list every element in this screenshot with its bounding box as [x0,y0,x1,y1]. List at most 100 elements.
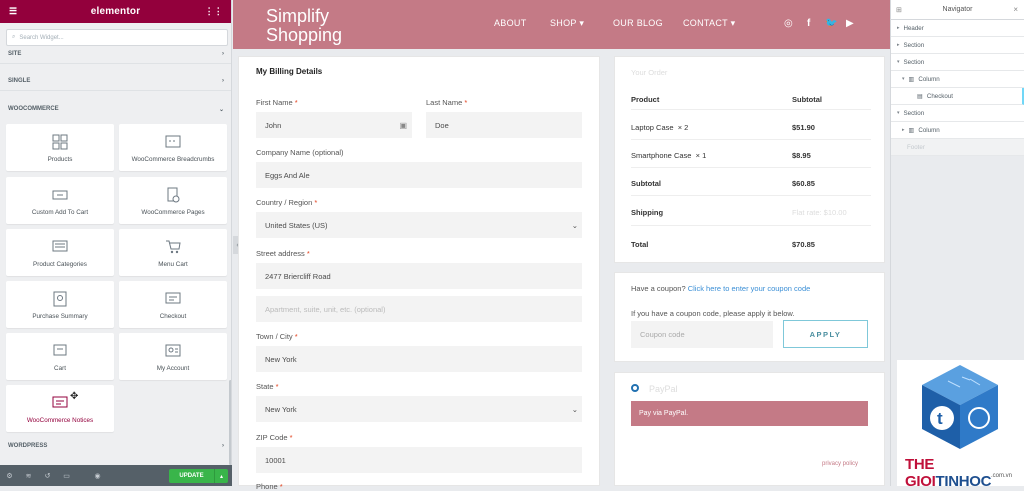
billing-title: My Billing Details [256,67,323,76]
panel-scrollbar[interactable] [229,380,231,465]
menu-icon[interactable]: ☰ [9,6,17,17]
order-item-price: $8.95 [792,151,811,160]
coupon-hint: If you have a coupon code, please apply … [631,309,795,318]
instagram-icon[interactable]: ◎ [784,18,793,29]
last-name-field[interactable]: Doe [426,112,582,138]
nav-blog[interactable]: OUR BLOG [613,18,663,28]
close-icon[interactable]: × [1013,5,1018,14]
privacy-policy-link[interactable]: privacy policy [822,461,858,467]
chevron-right-icon: › [222,443,224,449]
widget-woocommerce-notices[interactable]: WooCommerce Notices [6,385,114,432]
widget-cart[interactable]: Cart [6,333,114,380]
category-site[interactable]: SITE › [0,44,231,64]
caret-down-icon: ▾ [897,110,900,116]
nav-item-section[interactable]: ▾ Section [891,54,1024,71]
col-product: Product [631,95,660,104]
divider [631,195,871,196]
chevron-right-icon: › [222,50,224,57]
nav-about[interactable]: ABOUT [494,18,527,28]
nav-contact[interactable]: CONTACT ▾ [683,18,735,29]
youtube-icon[interactable]: ▶ [846,18,854,29]
city-field[interactable]: New York [256,346,582,372]
caret-right-icon: ▸ [897,25,900,31]
widget-menu-cart[interactable]: Menu Cart [119,229,227,276]
street-field[interactable]: 2477 Briercliff Road [256,263,582,289]
coupon-box: Have a coupon? Click here to enter your … [614,272,885,362]
responsive-icon[interactable]: ▭ [57,472,76,480]
total-value: $70.85 [792,240,815,249]
chevron-down-icon: ⌄ [218,106,224,113]
nav-item-section[interactable]: ▾ Section [891,105,1024,122]
state-select[interactable]: New York ⌄ [256,396,582,422]
apartment-field[interactable]: Apartment, suite, unit, etc. (optional) [256,296,582,322]
order-title: Your Order [631,68,668,77]
nav-item-checkout[interactable]: ▤ Checkout [891,88,1024,105]
checkout-icon [165,292,181,304]
category-wordpress[interactable]: WORDPRESS › [0,436,231,456]
nav-shop[interactable]: SHOP ▾ [550,18,584,29]
paypal-label[interactable]: PayPal [649,384,678,394]
street-label: Street address * [256,249,310,258]
widget-my-account[interactable]: My Account [119,333,227,380]
company-field[interactable]: Eggs And Ale [256,162,582,188]
coupon-link[interactable]: Click here to enter your coupon code [688,284,811,293]
add-to-cart-icon [52,190,68,200]
grid-icon[interactable]: ⋮⋮ [205,6,223,17]
preview-eye-icon[interactable]: ◉ [88,472,107,480]
first-name-field[interactable]: John ▣ [256,112,412,138]
widget-purchase-summary[interactable]: Purchase Summary [6,281,114,328]
elementor-panel: ☰ elementor ⋮⋮ ⌕ Search Widget... SITE › … [0,0,232,486]
select-arrow-icon: ⌄ [571,404,578,414]
nav-item-header[interactable]: ▸ Header [891,20,1024,37]
nav-item-column[interactable]: ▾ ▥ Column [891,71,1024,88]
update-button[interactable]: UPDATE [169,469,214,483]
zip-field[interactable]: 10001 [256,447,582,473]
search-icon: ⌕ [12,34,16,40]
watermark-logo: t THE GIOITINHOC .com.vn [897,360,1024,490]
widget-woocommerce-pages[interactable]: WooCommerce Pages [119,177,227,224]
category-single[interactable]: SINGLE › [0,71,231,91]
facebook-icon[interactable]: f [807,18,810,29]
widget-custom-add-to-cart[interactable]: Custom Add To Cart [6,177,114,224]
apply-coupon-button[interactable]: APPLY [783,320,868,348]
nav-item-footer[interactable]: Footer [891,139,1024,156]
navigator-icon[interactable]: ≋ [19,472,38,480]
settings-icon[interactable]: ⚙ [0,472,19,480]
country-select[interactable]: United States (US) ⌄ [256,212,582,238]
category-woocommerce[interactable]: WOOCOMMERCE ⌄ [0,99,231,119]
widget-products[interactable]: Products [6,124,114,171]
site-header: Simplify Shopping ABOUT SHOP ▾ OUR BLOG … [233,0,890,49]
shipping-value: Flat rate: $10.00 [792,208,847,217]
expand-all-icon[interactable]: ⊞ [896,6,902,14]
twitter-icon[interactable]: 🐦 [825,18,837,29]
select-arrow-icon: ⌄ [571,220,578,230]
divider [631,225,871,226]
update-options-button[interactable]: ▴ [214,469,228,483]
site-logo[interactable]: Simplify Shopping [266,7,342,45]
col-subtotal: Subtotal [792,95,822,104]
paypal-note: Pay via PayPal. [631,401,868,426]
caret-up-icon: ▴ [219,473,223,480]
nav-item-section[interactable]: ▸ Section [891,37,1024,54]
checkout-widget-icon: ▤ [917,92,923,100]
cart-widget-icon [53,344,67,356]
widget-checkout[interactable]: Checkout [119,281,227,328]
paypal-radio[interactable] [631,384,639,392]
payment-box: PayPal Pay via PayPal. privacy policy [614,372,885,486]
order-item-price: $51.90 [792,123,815,132]
caret-down-icon: ▾ [579,18,585,28]
subtotal-value: $60.85 [792,179,815,188]
coupon-input[interactable]: Coupon code [631,321,773,348]
history-icon[interactable]: ↺ [38,472,57,480]
nav-item-column[interactable]: ▸ ▥ Column [891,122,1024,139]
divider [631,167,871,168]
autofill-icon: ▣ [399,120,407,130]
city-label: Town / City * [256,332,298,341]
column-icon: ▥ [908,75,915,83]
widget-product-categories[interactable]: Product Categories [6,229,114,276]
categories-icon [52,240,68,252]
pages-icon [167,187,180,203]
widget-breadcrumbs[interactable]: WooCommerce Breadcrumbs [119,124,227,171]
panel-header: ☰ elementor ⋮⋮ [0,0,231,23]
cube-logo-icon: t [922,365,998,449]
